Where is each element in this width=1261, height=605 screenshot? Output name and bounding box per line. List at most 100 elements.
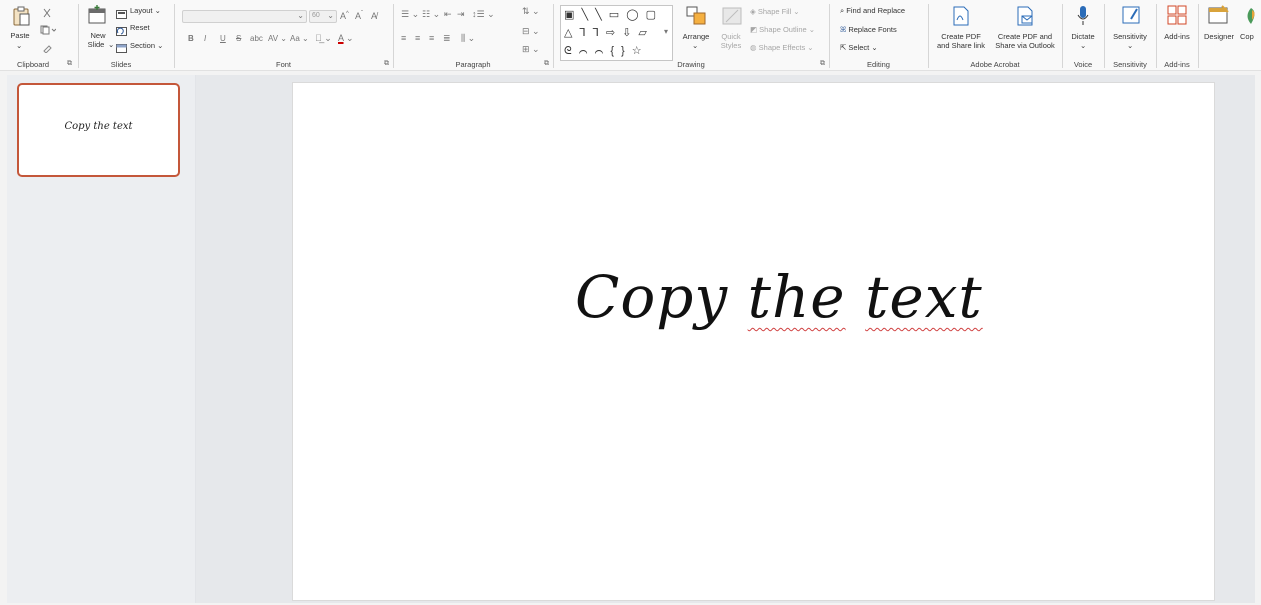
layout-button[interactable]: Layout ⌄	[130, 6, 161, 15]
editing-label: Editing	[867, 60, 890, 69]
slide-text-copy: Copy	[575, 263, 748, 331]
reset-button[interactable]: Reset	[130, 23, 150, 32]
find-replace-button[interactable]: ⌕ Find and Replace	[840, 6, 905, 16]
replace-fonts-label: Replace Fonts	[848, 25, 897, 34]
columns-icon[interactable]: ⫼ ⌄	[461, 33, 475, 44]
replace-fonts-icon: ꕤ	[840, 25, 847, 34]
strikethrough-icon[interactable]: S	[236, 34, 241, 43]
justify-icon[interactable]: ≣	[443, 33, 451, 44]
create-pdf-label-2[interactable]: and Share link	[932, 41, 990, 50]
copy-icon[interactable]	[40, 22, 57, 40]
slide-text-space	[846, 263, 865, 331]
arrange-button[interactable]: Arrange	[681, 32, 711, 41]
font-size-value: 60	[312, 12, 320, 19]
dictate-dropdown-icon[interactable]: ⌄	[1080, 41, 1086, 50]
addins-button[interactable]: Add-ins	[1159, 32, 1195, 41]
acrobat-group: Create PDF and Share link Create PDF and…	[928, 0, 1062, 70]
arrange-icon[interactable]	[686, 6, 706, 31]
slide-text-box[interactable]: Copy the text	[575, 263, 983, 331]
current-slide[interactable]: Copy the text	[292, 82, 1215, 601]
thumbnail-text: Copy the text	[64, 121, 133, 132]
change-case-icon[interactable]: Aa ⌄	[290, 34, 309, 43]
new-slide-icon[interactable]	[88, 5, 106, 30]
italic-icon[interactable]: I	[204, 34, 206, 43]
paste-dropdown-icon[interactable]: ⌄	[16, 41, 22, 50]
find-replace-label: Find and Replace	[846, 6, 906, 15]
shape-fill-button[interactable]: ◈ Shape Fill ⌄	[750, 7, 800, 16]
bold-icon[interactable]: B	[188, 34, 194, 43]
font-label: Font	[275, 60, 291, 69]
replace-fonts-button[interactable]: ꕤ Replace Fonts	[840, 25, 897, 35]
create-pdf-icon[interactable]	[952, 6, 970, 31]
select-label: Select	[848, 43, 870, 52]
align-right-icon[interactable]: ≡	[429, 33, 434, 43]
align-center-icon[interactable]: ≡	[415, 33, 420, 43]
drawing-label: Drawing	[677, 60, 705, 69]
create-pdf-outlook-label[interactable]: Create PDF and	[994, 32, 1056, 41]
clear-formatting-icon[interactable]: A̸	[371, 11, 377, 21]
chevron-down-icon: ⌄	[297, 11, 304, 20]
gallery-more-icon[interactable]: ▾	[664, 27, 668, 36]
font-launcher-icon[interactable]: ⧉	[384, 60, 389, 68]
font-size-combo[interactable]: 60 ⌄	[309, 10, 337, 23]
copilot-button[interactable]: Cop	[1240, 32, 1260, 41]
increase-indent-icon[interactable]: ⇥	[457, 9, 465, 20]
select-button[interactable]: ⇱ Select ⌄	[840, 43, 878, 52]
designer-group: Designer Cop	[1198, 0, 1261, 70]
microphone-icon[interactable]	[1076, 5, 1090, 32]
font-color-icon[interactable]: A ⌄	[338, 33, 354, 44]
underline-icon[interactable]: U	[220, 34, 226, 43]
new-slide-label[interactable]: New	[86, 31, 110, 40]
chevron-down-icon: ⌄	[327, 11, 334, 20]
increase-font-icon[interactable]: A^	[340, 11, 349, 21]
text-shadow-icon[interactable]: abc	[250, 34, 263, 43]
sensitivity-group: Sensitivity ⌄ Sensitivity	[1104, 0, 1156, 70]
drawing-launcher-icon[interactable]: ⧉	[820, 60, 825, 68]
sensitivity-button[interactable]: Sensitivity	[1106, 32, 1154, 41]
quick-styles-label-2[interactable]: Styles	[716, 41, 746, 50]
copilot-icon[interactable]	[1244, 7, 1258, 30]
font-name-combo[interactable]: ⌄	[182, 10, 307, 23]
layout-icon	[116, 6, 127, 24]
create-pdf-label[interactable]: Create PDF	[936, 32, 986, 41]
line-spacing-icon[interactable]: ↕☰ ⌄	[472, 9, 495, 20]
dictate-button[interactable]: Dictate	[1066, 32, 1100, 41]
paragraph-launcher-icon[interactable]: ⧉	[544, 60, 549, 68]
reset-icon	[116, 23, 127, 41]
decrease-indent-icon[interactable]: ⇤	[444, 9, 452, 20]
shape-outline-button[interactable]: ◩ Shape Outline ⌄	[750, 25, 815, 34]
bullets-icon[interactable]: ☰ ⌄	[401, 9, 419, 20]
addins-icon[interactable]	[1167, 5, 1187, 30]
section-button[interactable]: Section ⌄	[130, 41, 163, 50]
create-pdf-outlook-label-2[interactable]: Share via Outlook	[992, 41, 1058, 50]
shapes-row-3: ᘓ ⌒ ⌒ { } ☆	[564, 45, 644, 57]
sensitivity-dropdown-icon[interactable]: ⌄	[1127, 41, 1133, 50]
align-text-icon[interactable]: ⊟ ⌄	[522, 26, 540, 37]
decrease-font-icon[interactable]: Aˇ	[355, 11, 363, 21]
new-slide-label-2[interactable]: Slide	[83, 40, 109, 49]
shape-effects-button[interactable]: ◍ Shape Effects ⌄	[750, 43, 814, 52]
arrange-dropdown-icon[interactable]: ⌄	[692, 41, 698, 50]
text-direction-icon[interactable]: ⇅ ⌄	[522, 6, 540, 17]
highlight-color-icon[interactable]: 🖉̲ ⌄	[315, 33, 332, 44]
sensitivity-icon[interactable]	[1121, 5, 1141, 30]
designer-button[interactable]: Designer	[1201, 32, 1237, 41]
create-pdf-outlook-icon[interactable]	[1016, 6, 1034, 31]
numbering-icon[interactable]: ☷ ⌄	[422, 9, 440, 20]
format-painter-icon[interactable]	[42, 40, 52, 58]
align-left-icon[interactable]: ≡	[401, 33, 406, 43]
section-label: Section	[130, 41, 156, 50]
smartart-icon[interactable]: ⊞ ⌄	[522, 44, 540, 55]
cut-icon[interactable]	[42, 5, 52, 23]
paste-button[interactable]: Paste	[10, 31, 30, 40]
character-spacing-icon[interactable]: AV ⌄	[268, 34, 287, 43]
shapes-gallery[interactable]: ▣ ╲ ╲ ▭ ◯ ▢ △ ⅂ ⅂ ⇨ ⇩ ▱ ᘓ ⌒ ⌒ { } ☆	[560, 5, 673, 61]
quick-styles-label[interactable]: Quick	[718, 32, 744, 41]
new-slide-dropdown-icon[interactable]: ⌄	[108, 40, 114, 49]
right-scroll-strip[interactable]	[1255, 75, 1261, 603]
shape-fill-label: Shape Fill	[757, 7, 792, 16]
slide-thumbnail-1[interactable]: Copy the text	[17, 83, 180, 177]
quick-styles-icon[interactable]	[722, 6, 742, 31]
paste-icon[interactable]	[12, 6, 30, 31]
designer-icon[interactable]	[1208, 5, 1230, 30]
